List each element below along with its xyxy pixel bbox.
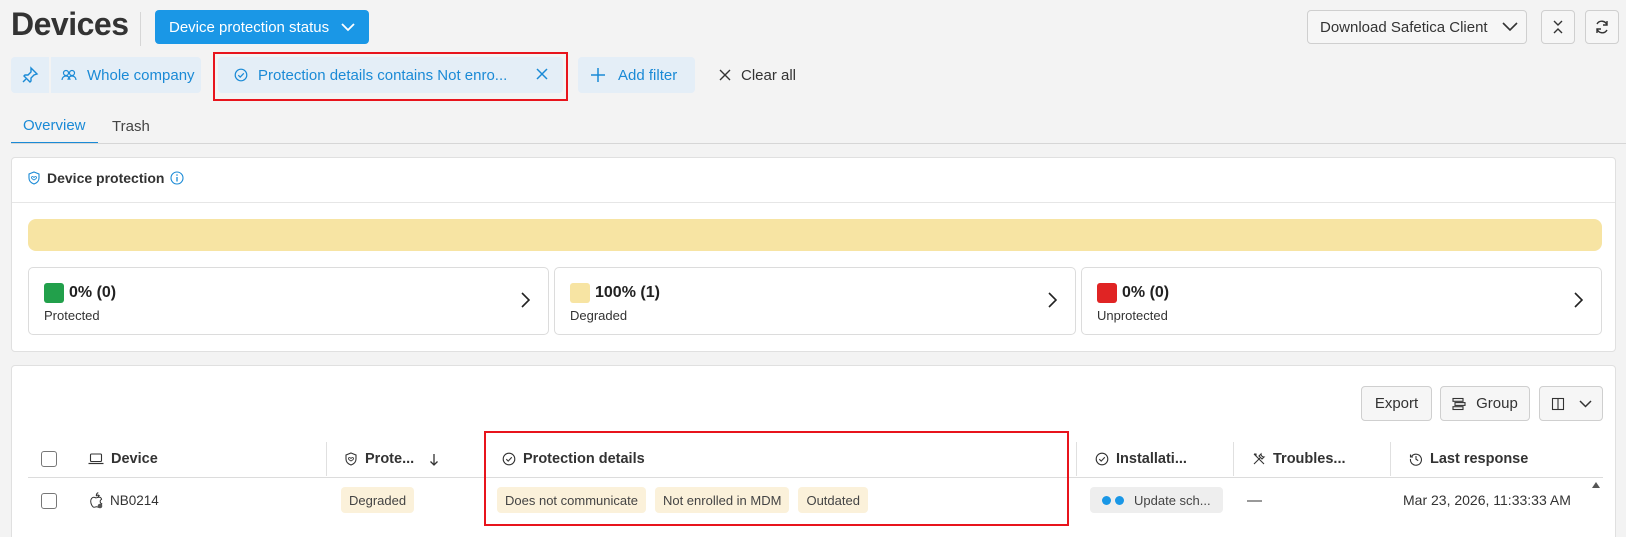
page-title: Devices	[11, 6, 129, 42]
column-troubleshooting[interactable]: Troubles...	[1252, 446, 1346, 472]
pin-filter-button[interactable]	[11, 57, 49, 93]
tabs-divider	[11, 143, 1626, 144]
close-icon	[719, 69, 731, 81]
unprotected-label: Unprotected	[1097, 308, 1168, 323]
protected-swatch	[44, 283, 64, 303]
collapse-button[interactable]	[1541, 10, 1575, 44]
degraded-label: Degraded	[570, 308, 628, 323]
chevron-right-icon	[1574, 292, 1583, 308]
stat-unprotected[interactable]: 0% (0) Unprotected	[1081, 267, 1602, 335]
column-separator	[1076, 442, 1077, 476]
scroll-up-arrow-icon[interactable]	[1591, 481, 1601, 489]
device-name: NB0214	[110, 492, 159, 508]
apple-icon	[88, 491, 104, 509]
column-installation-label: Installati...	[1116, 451, 1187, 467]
laptop-icon	[88, 453, 104, 465]
tab-trash[interactable]: Trash	[100, 108, 162, 144]
status-dot	[1115, 495, 1124, 505]
column-last-response-label: Last response	[1430, 451, 1529, 467]
column-separator	[1390, 442, 1391, 476]
whole-company-label: Whole company	[87, 66, 195, 84]
pin-icon	[21, 66, 39, 84]
unprotected-value: 0% (0)	[1122, 284, 1170, 301]
stat-degraded[interactable]: 100% (1) Degraded	[554, 267, 1076, 335]
shield-heart-icon	[27, 171, 41, 185]
column-protection-label: Prote...	[365, 451, 415, 467]
chevron-right-icon	[521, 292, 530, 308]
table-row-device[interactable]: NB0214	[88, 487, 159, 513]
clear-all-label: Clear all	[741, 66, 797, 84]
tools-icon	[1252, 452, 1266, 466]
download-client-button[interactable]: Download Safetica Client	[1307, 10, 1527, 44]
status-badge: Degraded	[341, 487, 415, 513]
download-client-label: Download Safetica Client	[1320, 18, 1488, 36]
column-installation[interactable]: Installati...	[1095, 446, 1187, 472]
columns-icon	[1551, 397, 1565, 411]
degraded-swatch	[570, 283, 590, 303]
degraded-value: 100% (1)	[595, 284, 660, 301]
column-last-response[interactable]: Last response	[1409, 446, 1528, 472]
column-separator	[326, 442, 327, 476]
status-dot	[1102, 495, 1111, 505]
column-protection[interactable]: Prote...	[344, 446, 439, 472]
chevron-down-icon	[1502, 22, 1518, 32]
select-all-checkbox[interactable]	[41, 451, 57, 467]
export-button[interactable]: Export	[1361, 386, 1432, 421]
plus-icon	[590, 67, 606, 83]
whole-company-filter[interactable]: Whole company	[51, 57, 201, 93]
shield-heart-icon	[344, 452, 358, 466]
refresh-icon	[1594, 19, 1610, 35]
device-protection-title-label: Device protection	[47, 170, 165, 186]
chevron-down-icon	[341, 22, 355, 32]
title-divider	[140, 12, 141, 46]
table-row-protection: Degraded	[341, 487, 415, 513]
device-protection-status-label: Device protection status	[169, 18, 330, 36]
info-icon[interactable]	[170, 171, 185, 185]
chevron-down-icon	[1578, 399, 1592, 408]
stat-protected[interactable]: 0% (0) Protected	[28, 267, 549, 335]
refresh-button[interactable]	[1585, 10, 1619, 44]
table-row-last-response: Mar 23, 2026, 11:33:33 AM	[1403, 492, 1571, 508]
protected-label: Protected	[44, 308, 100, 323]
history-icon	[1409, 452, 1423, 466]
installation-badge: Update sch...	[1090, 487, 1223, 513]
device-protection-title: Device protection	[27, 170, 185, 186]
protected-value: 0% (0)	[69, 284, 117, 301]
column-device-label: Device	[111, 451, 158, 467]
collapse-icon	[1552, 20, 1564, 34]
column-separator	[1233, 442, 1234, 476]
columns-button[interactable]	[1539, 386, 1603, 421]
highlight-frame-details-column	[484, 431, 1069, 526]
column-troubleshooting-label: Troubles...	[1273, 451, 1346, 467]
group-button[interactable]: Group	[1440, 386, 1530, 421]
group-label: Group	[1476, 395, 1518, 412]
device-protection-status-button[interactable]: Device protection status	[155, 10, 369, 44]
users-icon	[61, 69, 77, 81]
highlight-frame-filter	[213, 52, 568, 101]
installation-status: Update sch...	[1134, 492, 1211, 508]
unprotected-swatch	[1097, 283, 1117, 303]
tab-overview[interactable]: Overview	[11, 108, 98, 144]
table-row-installation[interactable]: Update sch...	[1090, 487, 1223, 513]
sort-down-icon	[429, 453, 439, 466]
add-filter-label: Add filter	[618, 66, 678, 84]
add-filter-button[interactable]: Add filter	[578, 57, 695, 93]
row-checkbox[interactable]	[41, 493, 57, 509]
column-device[interactable]: Device	[88, 446, 158, 472]
clear-all-button[interactable]: Clear all	[719, 57, 796, 93]
check-circle-icon	[1095, 452, 1109, 466]
chevron-right-icon	[1048, 292, 1057, 308]
group-icon	[1452, 397, 1466, 411]
card-divider	[12, 202, 1615, 203]
table-row-troubleshooting: —	[1247, 491, 1262, 509]
protection-progress-bar	[28, 219, 1602, 251]
